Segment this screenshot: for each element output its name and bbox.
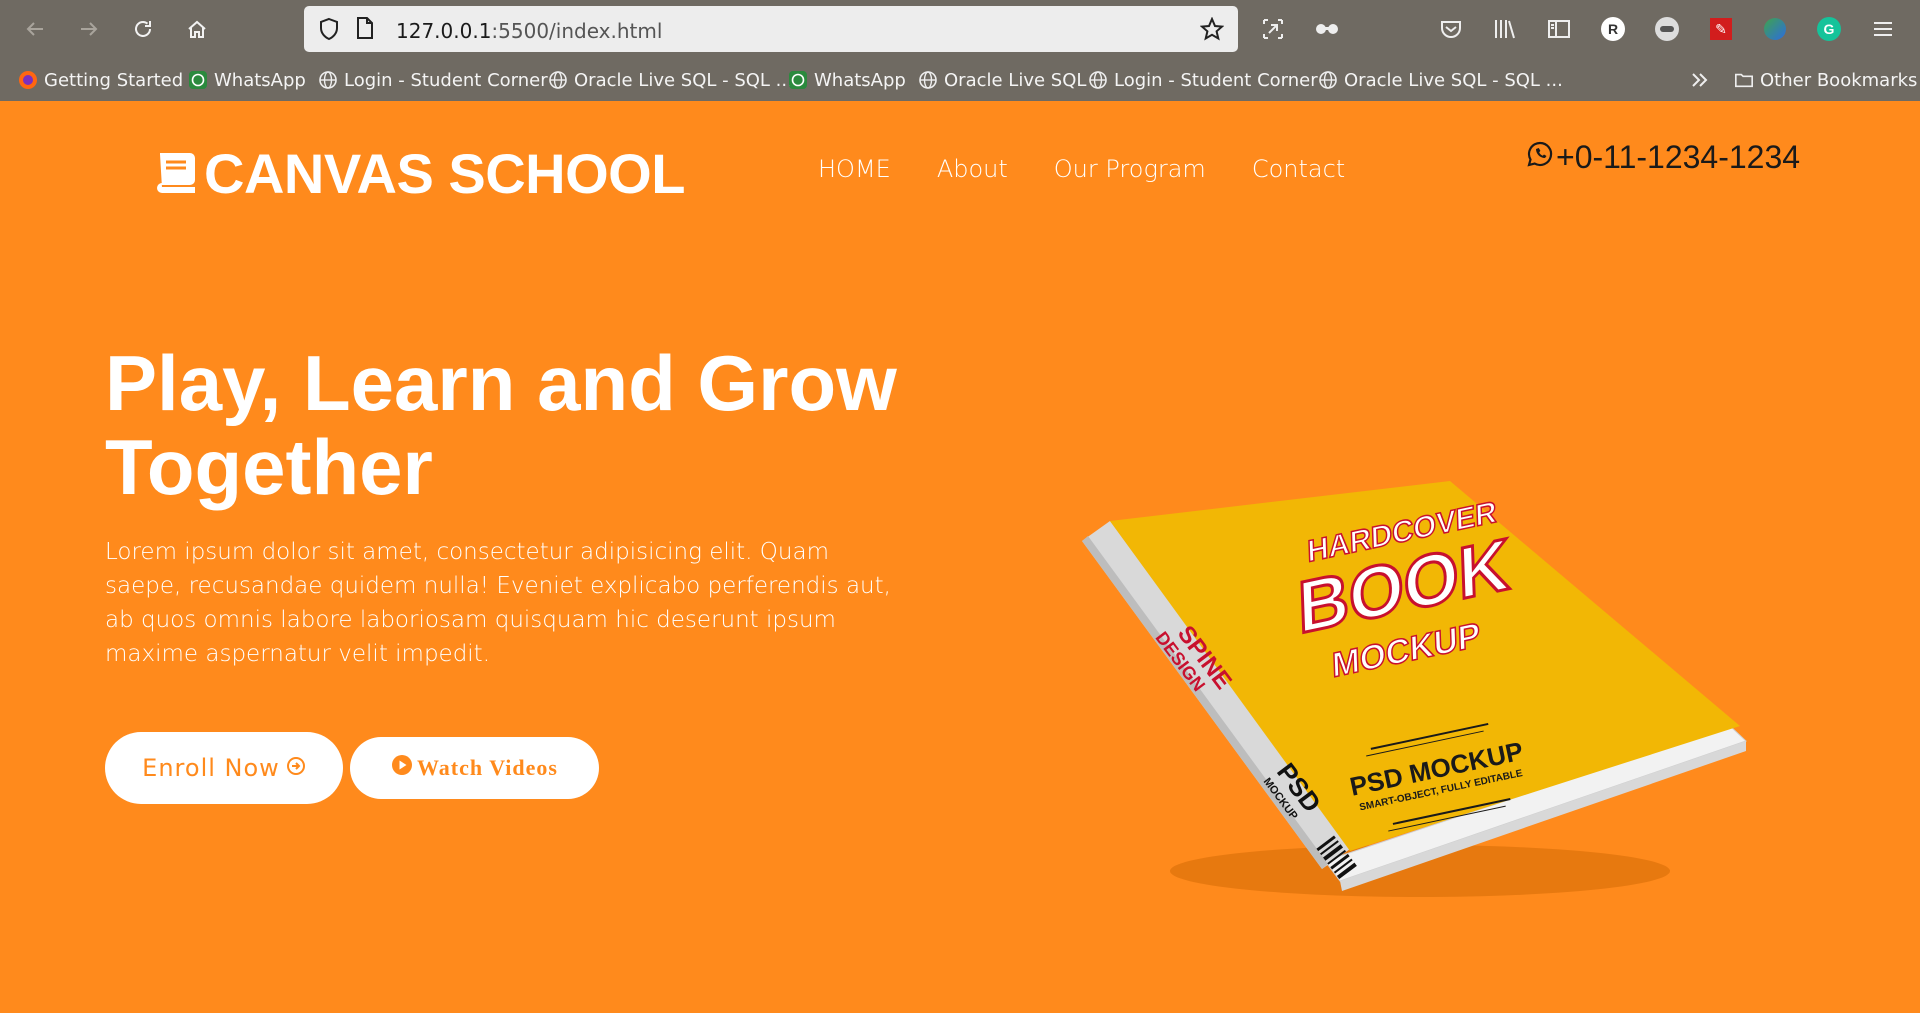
book-mockup-image: HARDCOVER BOOK MOCKUP PSD MOCKUP SMART-O… bbox=[1070, 371, 1770, 931]
back-icon[interactable] bbox=[18, 12, 52, 46]
globe-icon bbox=[918, 70, 938, 90]
bookmark-star-icon[interactable] bbox=[1199, 16, 1225, 46]
watch-videos-button[interactable]: Watch Videos bbox=[350, 737, 599, 799]
bookmark-item[interactable]: Login - Student Corner bbox=[1088, 66, 1318, 94]
bookmarks-bar: Getting Started WhatsApp Login - Student… bbox=[0, 62, 1920, 98]
bookmark-item[interactable]: WhatsApp bbox=[188, 66, 306, 94]
globe-icon bbox=[548, 70, 568, 90]
profile-avatar[interactable]: R bbox=[1598, 14, 1628, 44]
reload-icon[interactable] bbox=[126, 12, 160, 46]
library-icon[interactable] bbox=[1490, 14, 1520, 44]
page-icon bbox=[356, 17, 374, 44]
hero-title: Play, Learn and Grow Together bbox=[105, 341, 905, 509]
address-bar[interactable]: 127.0.0.1:5500/index.html bbox=[304, 6, 1238, 52]
firefox-icon bbox=[18, 70, 38, 90]
sidebar-icon[interactable] bbox=[1544, 14, 1574, 44]
extension-mask-icon[interactable] bbox=[1652, 14, 1682, 44]
hero-title-line2: Together bbox=[105, 423, 433, 511]
hero-description: Lorem ipsum dolor sit amet, consectetur … bbox=[105, 539, 891, 667]
globe-icon bbox=[318, 70, 338, 90]
other-bookmarks[interactable]: Other Bookmarks bbox=[1734, 66, 1917, 94]
bookmark-item[interactable]: WhatsApp bbox=[788, 66, 906, 94]
forward-icon[interactable] bbox=[72, 12, 106, 46]
logo-text: CANVAS SCHOOL bbox=[204, 142, 685, 205]
nav-contact[interactable]: Contact bbox=[1252, 155, 1345, 183]
hero-title-line1: Play, Learn and Grow bbox=[105, 339, 897, 427]
browser-chrome: 127.0.0.1:5500/index.html R ✎ G Getting … bbox=[0, 0, 1920, 101]
globe-icon bbox=[1088, 70, 1108, 90]
phone-contact[interactable]: +0-11-1234-1234 bbox=[1526, 139, 1800, 176]
menu-icon[interactable] bbox=[1868, 14, 1898, 44]
bookmark-item[interactable]: Oracle Live SQL - SQL ... bbox=[548, 66, 793, 94]
url-text[interactable]: 127.0.0.1:5500/index.html bbox=[396, 19, 662, 43]
globe-icon bbox=[1318, 70, 1338, 90]
play-circle-icon bbox=[391, 754, 413, 782]
bookmark-item[interactable]: Oracle Live SQL bbox=[918, 66, 1086, 94]
whatsapp-icon bbox=[188, 70, 208, 90]
browser-toolbar: 127.0.0.1:5500/index.html R ✎ G bbox=[0, 0, 1920, 60]
phone-number: +0-11-1234-1234 bbox=[1556, 139, 1801, 175]
shield-icon[interactable] bbox=[318, 17, 340, 46]
nav-about[interactable]: About bbox=[937, 155, 1008, 183]
bookmarks-overflow-icon[interactable] bbox=[1690, 66, 1710, 94]
nav-home[interactable]: HOME bbox=[818, 155, 891, 183]
enroll-now-button[interactable]: Enroll Now bbox=[105, 732, 343, 804]
bookmark-item[interactable]: Oracle Live SQL - SQL ... bbox=[1318, 66, 1563, 94]
incognito-mask-icon[interactable] bbox=[1312, 14, 1342, 44]
extension-globe-icon[interactable] bbox=[1760, 14, 1790, 44]
bookmark-item[interactable]: Login - Student Corner bbox=[318, 66, 548, 94]
landing-page: CANVAS SCHOOL HOME About Our Program Con… bbox=[0, 101, 1920, 1013]
folder-icon bbox=[1734, 70, 1754, 90]
extension-red-icon[interactable]: ✎ bbox=[1706, 14, 1736, 44]
book-icon bbox=[150, 146, 200, 201]
pocket-icon[interactable] bbox=[1436, 14, 1466, 44]
whatsapp-icon bbox=[1526, 139, 1554, 176]
home-icon[interactable] bbox=[180, 12, 214, 46]
nav-our-program[interactable]: Our Program bbox=[1054, 155, 1206, 183]
whatsapp-icon bbox=[788, 70, 808, 90]
screenshot-icon[interactable] bbox=[1258, 14, 1288, 44]
bookmark-item[interactable]: Getting Started bbox=[18, 66, 183, 94]
grammarly-icon[interactable]: G bbox=[1814, 14, 1844, 44]
main-nav: HOME About Our Program Contact bbox=[818, 155, 1345, 183]
arrow-circle-right-icon bbox=[286, 754, 306, 782]
site-logo[interactable]: CANVAS SCHOOL bbox=[150, 141, 685, 206]
